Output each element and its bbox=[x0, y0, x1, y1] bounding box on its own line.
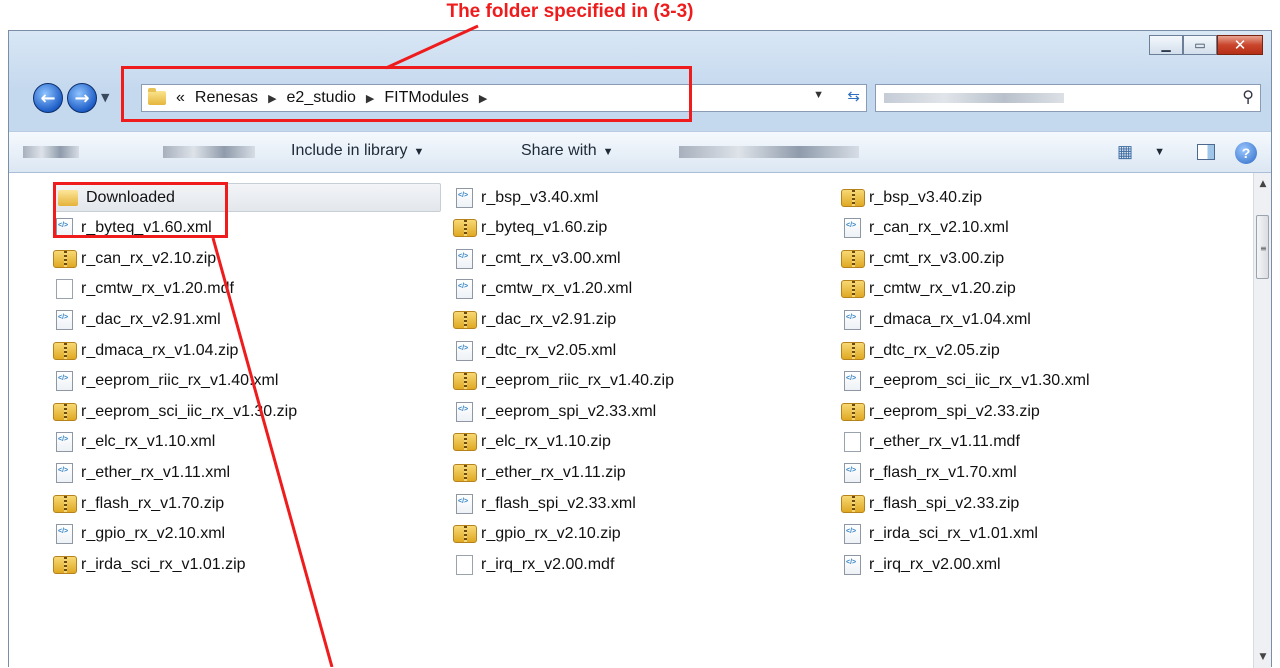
downloaded-pointer-line bbox=[211, 237, 334, 667]
annotation-arrows bbox=[211, 24, 479, 667]
address-pointer-line bbox=[385, 24, 479, 70]
